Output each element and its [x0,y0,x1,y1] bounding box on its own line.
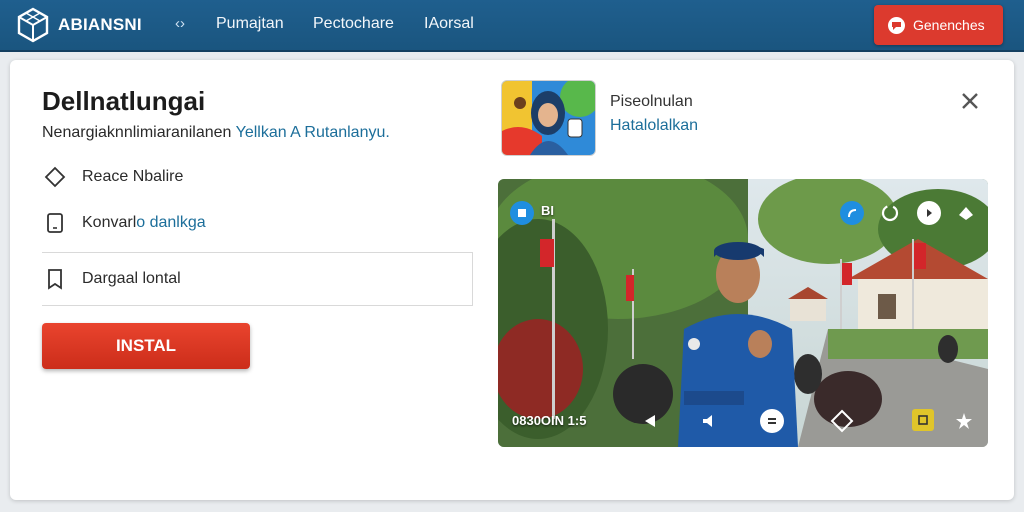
header-action-button[interactable]: Genenches [874,5,1003,45]
video-badge-icon[interactable] [510,201,534,225]
close-icon[interactable] [958,89,982,113]
caption-icon[interactable] [760,409,784,433]
tablet-icon [42,212,68,234]
media-icon[interactable] [912,409,934,431]
logo-icon[interactable] [14,6,52,44]
refresh-icon[interactable] [878,201,902,225]
option-2-text: Konvarl [82,214,137,231]
settings-icon[interactable] [954,201,978,225]
subtitle-link[interactable]: Yellkan A Rutanlanyu. [236,124,390,141]
favorite-icon[interactable] [952,409,976,433]
option-2[interactable]: Konvarlo danlkga [42,196,472,250]
video-player[interactable]: BI 0830OIN 1:5 [498,179,988,447]
app-thumbnail[interactable] [502,81,595,155]
option-3[interactable]: Dargaal lontal [42,252,473,306]
option-3-label: Dargaal lontal [82,270,181,287]
top-bar: ABIANSNI ‹› Pumajtan Pectochare IAorsal … [0,0,1024,52]
mute-icon[interactable] [917,201,941,225]
diamond-icon [42,166,68,188]
option-1-label: Reace Nbalire [82,168,184,185]
volume-icon[interactable] [698,409,722,433]
subtitle-text: Nenargiaknnlimiaranilanen [42,124,236,141]
page-subtitle: Nenargiaknnlimiaranilanen Yellkan A Ruta… [42,124,390,142]
share-icon[interactable] [840,201,864,225]
brand-name[interactable]: ABIANSNI [58,15,142,35]
video-frame [498,179,988,447]
nav-item-1[interactable]: Pumajtan [216,15,284,33]
page-title: Dellnatlungai [42,86,206,116]
app-subtitle[interactable]: Hatalolalkan [610,117,698,135]
fullscreen-icon[interactable] [828,407,856,435]
video-time: 0830OIN 1:5 [512,413,587,428]
chat-icon [888,16,905,34]
install-button[interactable]: INSTAL [42,323,250,369]
header-action-label: Genenches [913,17,985,33]
video-badge-text: BI [541,203,554,218]
nav-item-2[interactable]: Pectochare [313,15,394,33]
option-2-link: o danlkga [136,214,206,231]
nav-item-3[interactable]: IAorsal [424,15,474,33]
prev-icon[interactable] [638,409,662,433]
option-2-label: Konvarlo danlkga [82,214,206,232]
nav-arrows-icon[interactable]: ‹› [175,15,185,32]
app-name: Piseolnulan [610,93,693,110]
bookmark-icon [42,268,68,290]
